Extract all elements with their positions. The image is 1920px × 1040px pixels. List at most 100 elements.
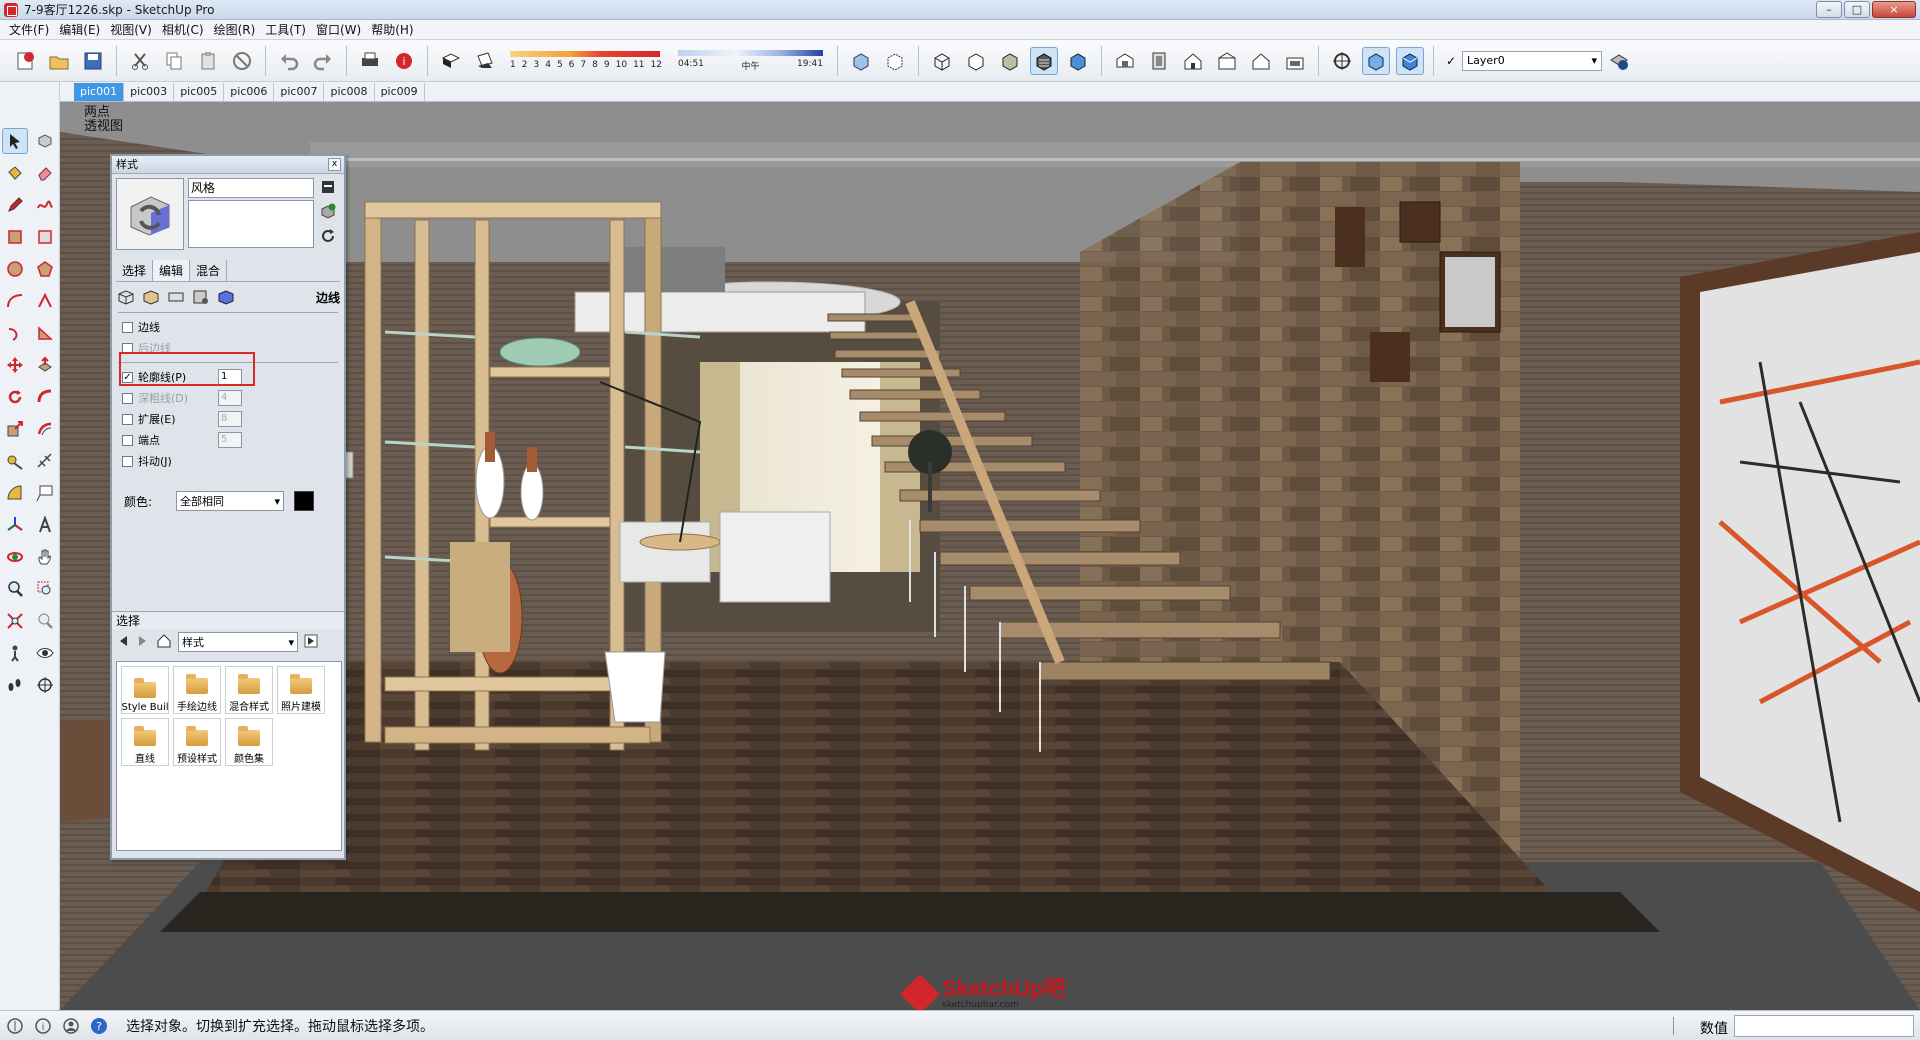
front-view-icon[interactable] [1179, 47, 1207, 75]
shadow-toggle-icon[interactable] [471, 47, 499, 75]
home-icon[interactable] [156, 633, 172, 652]
depth-cue-input[interactable]: 4 [218, 390, 242, 406]
three-point-arc-icon[interactable] [2, 320, 28, 346]
redo-icon[interactable] [309, 47, 337, 75]
tab-select[interactable]: 选择 [116, 260, 154, 281]
menu-help[interactable]: 帮助(H) [366, 21, 418, 38]
rotated-rectangle-icon[interactable] [32, 224, 58, 250]
arc-icon[interactable] [2, 288, 28, 314]
measurements-input[interactable] [1734, 1015, 1914, 1037]
edges-checkbox[interactable] [122, 321, 133, 333]
scene-tab-pic003[interactable]: pic003 [124, 83, 175, 101]
pan-hand-icon[interactable] [32, 544, 58, 570]
section-plane-icon[interactable] [1328, 47, 1356, 75]
cut-icon[interactable] [126, 47, 154, 75]
back-edges-icon[interactable] [881, 47, 909, 75]
xray-icon[interactable] [847, 47, 875, 75]
walk-footprints-icon[interactable] [2, 672, 28, 698]
user-account-icon[interactable] [60, 1015, 82, 1037]
list-item[interactable]: 照片建模 [277, 666, 325, 714]
close-icon[interactable]: x [328, 158, 341, 171]
axes-icon[interactable] [2, 512, 28, 538]
layer-dropdown[interactable]: Layer0 ▾ [1462, 50, 1603, 71]
create-new-style-icon[interactable] [320, 203, 336, 222]
scene-tab-pic007[interactable]: pic007 [274, 83, 325, 101]
shadow-settings-icon[interactable] [437, 47, 465, 75]
iso-view-icon[interactable] [1111, 47, 1139, 75]
eraser-icon[interactable] [32, 160, 58, 186]
wireframe-icon[interactable] [928, 47, 956, 75]
list-item[interactable]: 混合样式 [225, 666, 273, 714]
scene-tab-pic006[interactable]: pic006 [224, 83, 275, 101]
display-section-cuts-icon[interactable] [1395, 46, 1424, 75]
list-item[interactable]: Style Buil [121, 666, 169, 714]
section-plane-tool-icon[interactable] [32, 672, 58, 698]
print-icon[interactable] [356, 47, 384, 75]
scene-tab-pic009[interactable]: pic009 [375, 83, 425, 101]
3d-text-icon[interactable] [32, 512, 58, 538]
credits-icon[interactable]: i [32, 1015, 54, 1037]
rectangle-icon[interactable] [2, 224, 28, 250]
freehand-icon[interactable] [32, 192, 58, 218]
edge-settings-icon[interactable] [116, 288, 136, 306]
list-item[interactable]: 手绘边线 [173, 666, 221, 714]
scale-icon[interactable] [2, 416, 28, 442]
orbit-icon[interactable] [2, 544, 28, 570]
layer-manager-icon[interactable] [1605, 47, 1633, 75]
background-settings-icon[interactable] [166, 288, 186, 306]
scene-tab-pic008[interactable]: pic008 [324, 83, 375, 101]
color-mode-dropdown[interactable]: 全部相同 ▾ [176, 491, 285, 511]
two-point-arc-icon[interactable] [32, 288, 58, 314]
style-name-input[interactable]: 风格 [188, 178, 314, 198]
update-style-icon[interactable] [320, 228, 336, 247]
scene-tab-pic001[interactable]: pic001 [74, 83, 125, 101]
paint-bucket-icon[interactable] [2, 160, 28, 186]
style-description-textarea[interactable] [188, 200, 314, 248]
help-icon[interactable]: ? [88, 1015, 110, 1037]
show-secondary-pane-icon[interactable] [321, 180, 335, 197]
extension-checkbox[interactable] [122, 413, 133, 425]
details-arrow-icon[interactable] [304, 634, 318, 651]
face-settings-icon[interactable] [141, 288, 161, 306]
zoom-extents-icon[interactable] [2, 608, 28, 634]
menu-file[interactable]: 文件(F) [4, 21, 54, 38]
make-component-icon[interactable] [32, 128, 58, 154]
erase-icon[interactable] [228, 47, 256, 75]
select-arrow-icon[interactable] [2, 128, 28, 154]
undo-icon[interactable] [275, 47, 303, 75]
modeling-settings-icon[interactable] [216, 288, 236, 306]
back-arrow-icon[interactable] [116, 634, 130, 651]
previous-view-icon[interactable] [32, 608, 58, 634]
menu-tools[interactable]: 工具(T) [260, 21, 311, 38]
list-item[interactable]: 颜色集 [225, 718, 273, 766]
rotate-icon[interactable] [2, 384, 28, 410]
right-view-icon[interactable] [1213, 47, 1241, 75]
edge-color-swatch[interactable] [294, 491, 315, 511]
model-info-icon[interactable]: i [390, 47, 418, 75]
paste-icon[interactable] [194, 47, 222, 75]
back-view-icon[interactable] [1247, 47, 1275, 75]
monochrome-icon[interactable] [1064, 47, 1092, 75]
text-label-icon[interactable] [32, 480, 58, 506]
close-window-button[interactable]: × [1872, 1, 1916, 18]
tape-measure-icon[interactable] [2, 448, 28, 474]
extension-input[interactable]: 8 [218, 411, 242, 427]
depth-cue-checkbox[interactable] [122, 392, 133, 404]
circle-icon[interactable] [2, 256, 28, 282]
follow-me-icon[interactable] [32, 384, 58, 410]
menu-camera[interactable]: 相机(C) [157, 21, 209, 38]
zoom-icon[interactable] [2, 576, 28, 602]
shaded-icon[interactable] [996, 47, 1024, 75]
hidden-line-icon[interactable] [962, 47, 990, 75]
styles-panel-titlebar[interactable]: 样式 x [112, 156, 344, 174]
display-section-planes-icon[interactable] [1361, 46, 1390, 75]
protractor-icon[interactable] [2, 480, 28, 506]
list-item[interactable]: 直线 [121, 718, 169, 766]
menu-window[interactable]: 窗口(W) [311, 21, 366, 38]
endpoints-checkbox[interactable] [122, 434, 133, 446]
left-view-icon[interactable] [1281, 47, 1309, 75]
shadow-date-slider[interactable]: 1 2 3 4 5 6 7 8 9 10 11 12 [510, 51, 662, 70]
maximize-button[interactable]: □ [1844, 1, 1870, 18]
library-dropdown[interactable]: 样式 ▾ [178, 632, 298, 652]
menu-edit[interactable]: 编辑(E) [54, 21, 105, 38]
